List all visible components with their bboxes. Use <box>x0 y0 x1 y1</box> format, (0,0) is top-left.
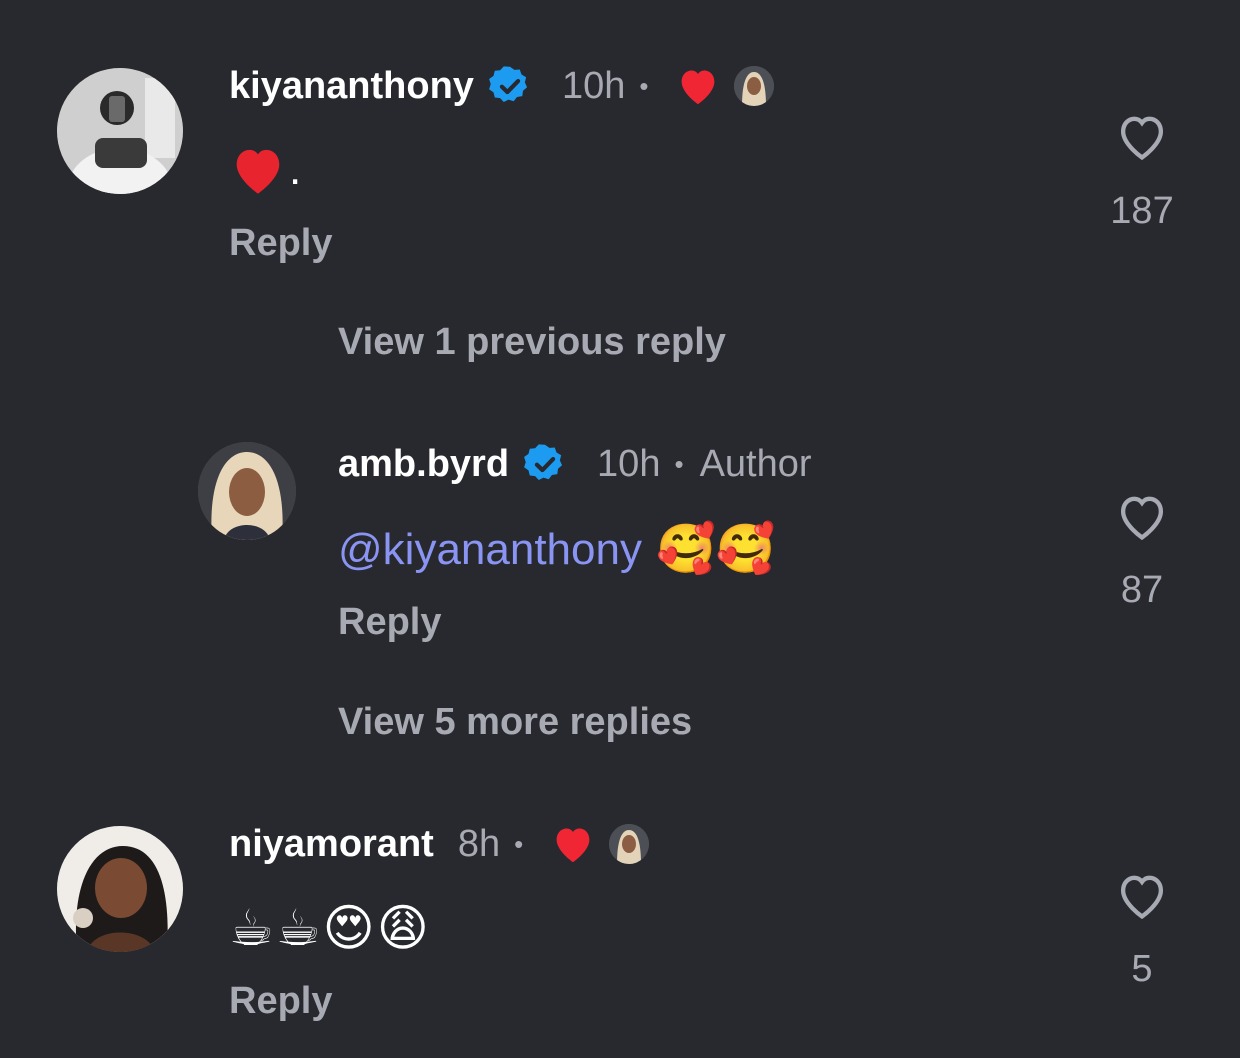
like-heart-icon[interactable] <box>1114 112 1170 162</box>
liked-by-author-heart-icon <box>556 828 590 863</box>
like-count: 87 <box>1120 569 1164 611</box>
author-mini-avatar <box>734 66 775 106</box>
comment-header: kiyananthony 10h • <box>229 60 775 112</box>
verified-badge-icon <box>524 444 563 480</box>
avatar[interactable] <box>57 68 183 194</box>
separator-dot: • <box>674 448 684 479</box>
smiling-face-with-hearts-emoji: 🥰🥰 <box>655 523 776 576</box>
avatar[interactable] <box>198 442 296 540</box>
username[interactable]: niyamorant <box>229 823 434 866</box>
timestamp: 8h <box>457 822 501 865</box>
weary-face-emoji: 😩 <box>376 900 429 956</box>
comment-header: niyamorant 8h • <box>229 818 650 870</box>
red-heart-emoji-icon <box>236 149 280 194</box>
view-more-replies-button[interactable]: View 5 more replies <box>338 701 692 744</box>
comment-header: amb.byrd 10h • Author <box>338 438 812 490</box>
author-badge: Author <box>699 442 812 485</box>
reply-button[interactable]: Reply <box>229 980 332 1023</box>
hot-beverage-emoji: ☕ <box>275 900 321 956</box>
heart-eyes-emoji: 😍 <box>322 900 375 956</box>
mention-link[interactable]: @kiyananthony <box>338 525 642 575</box>
avatar[interactable] <box>57 826 183 952</box>
like-count: 5 <box>1131 948 1153 990</box>
like-heart-icon[interactable] <box>1114 871 1170 921</box>
timestamp: 10h <box>597 442 661 485</box>
comment-text: @kiyananthony 🥰🥰 <box>338 520 776 580</box>
like-count: 187 <box>1110 190 1174 232</box>
comment-text: ☕ ☕ 😍 😩 <box>229 897 431 959</box>
reply-button[interactable]: Reply <box>338 601 441 644</box>
comment-text-period: . <box>289 145 302 194</box>
like-heart-icon[interactable] <box>1114 492 1170 542</box>
separator-dot: • <box>639 70 649 101</box>
comment-text: . <box>229 140 301 200</box>
view-previous-replies-button[interactable]: View 1 previous reply <box>338 321 726 364</box>
username[interactable]: kiyananthony <box>229 65 474 108</box>
reply-button[interactable]: Reply <box>229 222 332 265</box>
username[interactable]: amb.byrd <box>338 443 509 486</box>
verified-badge-icon <box>489 66 528 102</box>
separator-dot: • <box>514 828 524 859</box>
timestamp: 10h <box>561 64 626 107</box>
author-mini-avatar <box>609 824 650 864</box>
hot-beverage-emoji: ☕ <box>229 900 274 956</box>
liked-by-author-heart-icon <box>682 70 715 105</box>
